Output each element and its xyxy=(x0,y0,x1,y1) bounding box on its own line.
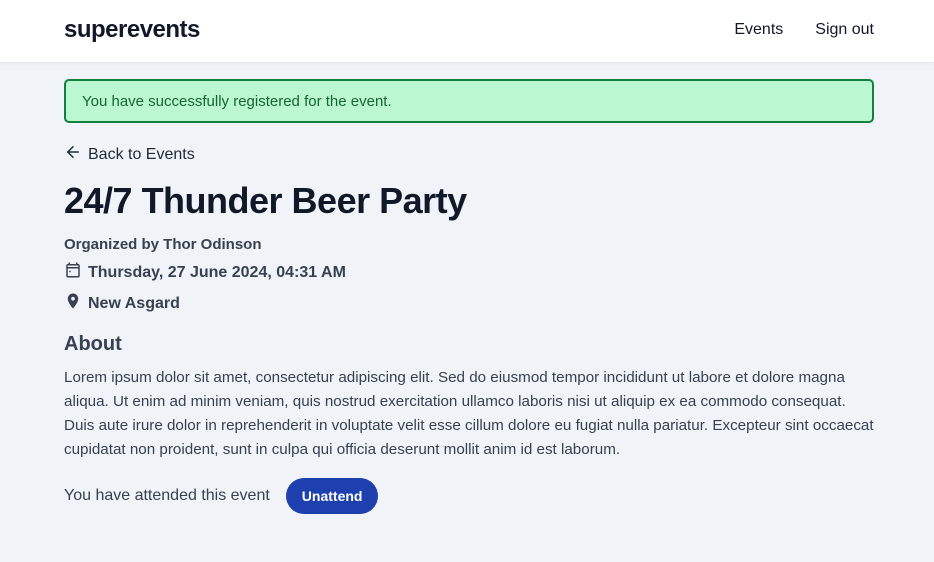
about-heading: About xyxy=(64,333,122,355)
attendance-status: You have attended this event xyxy=(64,487,270,504)
top-navbar: superevents Events Sign out xyxy=(0,0,934,63)
alert-message: You have successfully registered for the… xyxy=(82,92,392,110)
nav-events-link[interactable]: Events xyxy=(734,21,783,39)
event-organizer: Organized by Thor Odinson xyxy=(64,236,262,253)
unattend-button[interactable]: Unattend xyxy=(285,478,379,514)
event-date: Thursday, 27 June 2024, 04:31 AM xyxy=(64,261,874,284)
success-alert: You have successfully registered for the… xyxy=(64,79,874,123)
back-to-events-link[interactable]: Back to Events xyxy=(64,143,195,166)
event-date-text: Thursday, 27 June 2024, 04:31 AM xyxy=(88,263,346,281)
event-location: New Asgard xyxy=(64,292,874,315)
nav-signout-link[interactable]: Sign out xyxy=(815,21,874,39)
arrow-left-icon xyxy=(64,143,82,166)
brand-logo[interactable]: superevents xyxy=(64,16,200,44)
attendance-row: You have attended this event Unattend xyxy=(64,478,874,514)
event-title: 24/7 Thunder Beer Party xyxy=(64,180,467,221)
event-location-text: New Asgard xyxy=(88,294,180,312)
calendar-icon xyxy=(64,261,82,284)
main-nav: Events Sign out xyxy=(734,21,874,39)
back-link-label: Back to Events xyxy=(88,145,195,163)
main-content: You have successfully registered for the… xyxy=(0,63,934,514)
map-pin-icon xyxy=(64,292,82,315)
about-text: Lorem ipsum dolor sit amet, consectetur … xyxy=(64,369,874,458)
